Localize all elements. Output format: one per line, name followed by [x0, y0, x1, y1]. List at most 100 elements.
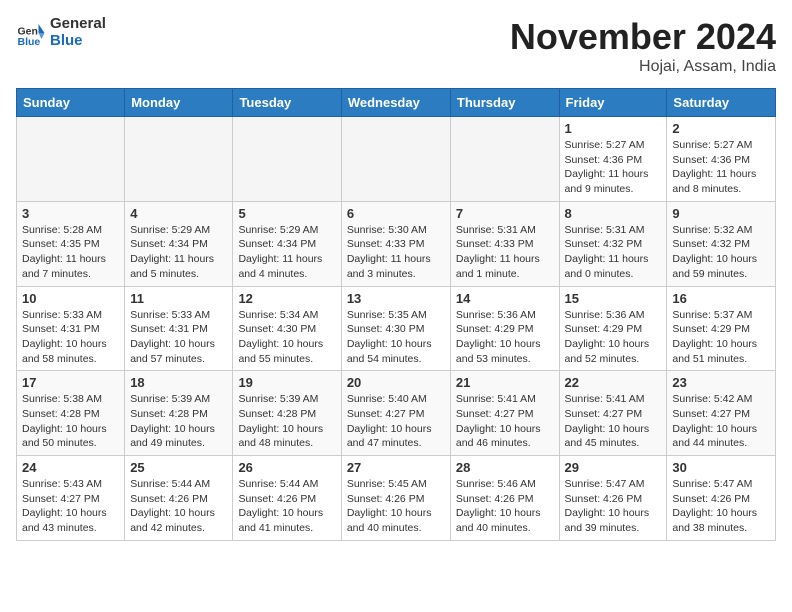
- day-info: Sunrise: 5:27 AM Sunset: 4:36 PM Dayligh…: [565, 138, 662, 197]
- day-info: Sunrise: 5:36 AM Sunset: 4:29 PM Dayligh…: [565, 308, 662, 367]
- day-number: 9: [672, 206, 770, 221]
- calendar-cell: 3 Sunrise: 5:28 AM Sunset: 4:35 PM Daylig…: [17, 201, 125, 286]
- calendar-cell: [125, 117, 233, 202]
- day-number: 6: [347, 206, 445, 221]
- page-header: Gen Blue General Blue November 2024 Hoja…: [16, 16, 776, 76]
- calendar-week-3: 10 Sunrise: 5:33 AM Sunset: 4:31 PM Dayli…: [17, 286, 776, 371]
- calendar-header-row: SundayMondayTuesdayWednesdayThursdayFrid…: [17, 89, 776, 117]
- day-number: 27: [347, 460, 445, 475]
- day-info: Sunrise: 5:30 AM Sunset: 4:33 PM Dayligh…: [347, 223, 445, 282]
- day-info: Sunrise: 5:42 AM Sunset: 4:27 PM Dayligh…: [672, 392, 770, 451]
- day-number: 29: [565, 460, 662, 475]
- calendar-cell: 25 Sunrise: 5:44 AM Sunset: 4:26 PM Dayli…: [125, 456, 233, 541]
- calendar-cell: 10 Sunrise: 5:33 AM Sunset: 4:31 PM Dayli…: [17, 286, 125, 371]
- weekday-header-sunday: Sunday: [17, 89, 125, 117]
- day-info: Sunrise: 5:34 AM Sunset: 4:30 PM Dayligh…: [238, 308, 335, 367]
- calendar-cell: [450, 117, 559, 202]
- logo-general-text: General: [50, 16, 106, 33]
- day-number: 23: [672, 375, 770, 390]
- day-number: 18: [130, 375, 227, 390]
- day-number: 17: [22, 375, 119, 390]
- day-info: Sunrise: 5:32 AM Sunset: 4:32 PM Dayligh…: [672, 223, 770, 282]
- day-info: Sunrise: 5:45 AM Sunset: 4:26 PM Dayligh…: [347, 477, 445, 536]
- day-number: 20: [347, 375, 445, 390]
- day-number: 12: [238, 291, 335, 306]
- day-info: Sunrise: 5:33 AM Sunset: 4:31 PM Dayligh…: [130, 308, 227, 367]
- calendar-cell: 26Sunrise: 5:44 AM Sunset: 4:26 PM Dayli…: [233, 456, 341, 541]
- day-info: Sunrise: 5:27 AM Sunset: 4:36 PM Dayligh…: [672, 138, 770, 197]
- calendar-table: SundayMondayTuesdayWednesdayThursdayFrid…: [16, 88, 776, 541]
- month-title: November 2024: [510, 16, 776, 58]
- day-info: Sunrise: 5:29 AM Sunset: 4:34 PM Dayligh…: [238, 223, 335, 282]
- day-number: 8: [565, 206, 662, 221]
- day-info: Sunrise: 5:46 AM Sunset: 4:26 PM Dayligh…: [456, 477, 554, 536]
- day-number: 11: [130, 291, 227, 306]
- day-number: 10: [22, 291, 119, 306]
- day-number: 28: [456, 460, 554, 475]
- svg-text:Blue: Blue: [18, 36, 41, 48]
- calendar-cell: 19 Sunrise: 5:39 AM Sunset: 4:28 PM Dayli…: [233, 371, 341, 456]
- calendar-cell: 30Sunrise: 5:47 AM Sunset: 4:26 PM Dayli…: [667, 456, 776, 541]
- day-number: 5: [238, 206, 335, 221]
- calendar-cell: 5 Sunrise: 5:29 AM Sunset: 4:34 PM Daylig…: [233, 201, 341, 286]
- day-number: 3: [22, 206, 119, 221]
- day-number: 19: [238, 375, 335, 390]
- weekday-header-tuesday: Tuesday: [233, 89, 341, 117]
- day-number: 22: [565, 375, 662, 390]
- calendar-cell: 14Sunrise: 5:36 AM Sunset: 4:29 PM Dayli…: [450, 286, 559, 371]
- day-info: Sunrise: 5:33 AM Sunset: 4:31 PM Dayligh…: [22, 308, 119, 367]
- logo-icon: Gen Blue: [16, 18, 46, 48]
- weekday-header-thursday: Thursday: [450, 89, 559, 117]
- calendar-cell: 6 Sunrise: 5:30 AM Sunset: 4:33 PM Daylig…: [341, 201, 450, 286]
- calendar-cell: 28 Sunrise: 5:46 AM Sunset: 4:26 PM Dayli…: [450, 456, 559, 541]
- calendar-cell: 9 Sunrise: 5:32 AM Sunset: 4:32 PM Daylig…: [667, 201, 776, 286]
- day-info: Sunrise: 5:39 AM Sunset: 4:28 PM Dayligh…: [238, 392, 335, 451]
- calendar-cell: 13 Sunrise: 5:35 AM Sunset: 4:30 PM Dayli…: [341, 286, 450, 371]
- calendar-cell: [233, 117, 341, 202]
- weekday-header-friday: Friday: [559, 89, 667, 117]
- calendar-cell: [341, 117, 450, 202]
- weekday-header-wednesday: Wednesday: [341, 89, 450, 117]
- calendar-cell: 16 Sunrise: 5:37 AM Sunset: 4:29 PM Dayli…: [667, 286, 776, 371]
- day-number: 30: [672, 460, 770, 475]
- calendar-cell: 7Sunrise: 5:31 AM Sunset: 4:33 PM Daylig…: [450, 201, 559, 286]
- logo-blue-text: Blue: [50, 33, 106, 50]
- calendar-cell: 11 Sunrise: 5:33 AM Sunset: 4:31 PM Dayli…: [125, 286, 233, 371]
- day-info: Sunrise: 5:40 AM Sunset: 4:27 PM Dayligh…: [347, 392, 445, 451]
- calendar-cell: 8Sunrise: 5:31 AM Sunset: 4:32 PM Daylig…: [559, 201, 667, 286]
- calendar-cell: 27 Sunrise: 5:45 AM Sunset: 4:26 PM Dayli…: [341, 456, 450, 541]
- calendar-cell: 4Sunrise: 5:29 AM Sunset: 4:34 PM Daylig…: [125, 201, 233, 286]
- calendar-cell: 22Sunrise: 5:41 AM Sunset: 4:27 PM Dayli…: [559, 371, 667, 456]
- weekday-header-saturday: Saturday: [667, 89, 776, 117]
- calendar-cell: 24Sunrise: 5:43 AM Sunset: 4:27 PM Dayli…: [17, 456, 125, 541]
- calendar-cell: 12 Sunrise: 5:34 AM Sunset: 4:30 PM Dayli…: [233, 286, 341, 371]
- day-info: Sunrise: 5:37 AM Sunset: 4:29 PM Dayligh…: [672, 308, 770, 367]
- calendar-cell: 23 Sunrise: 5:42 AM Sunset: 4:27 PM Dayli…: [667, 371, 776, 456]
- day-info: Sunrise: 5:28 AM Sunset: 4:35 PM Dayligh…: [22, 223, 119, 282]
- calendar-week-1: 1Sunrise: 5:27 AM Sunset: 4:36 PM Daylig…: [17, 117, 776, 202]
- day-info: Sunrise: 5:35 AM Sunset: 4:30 PM Dayligh…: [347, 308, 445, 367]
- calendar-cell: 18 Sunrise: 5:39 AM Sunset: 4:28 PM Dayli…: [125, 371, 233, 456]
- day-number: 13: [347, 291, 445, 306]
- calendar-cell: 17Sunrise: 5:38 AM Sunset: 4:28 PM Dayli…: [17, 371, 125, 456]
- day-number: 15: [565, 291, 662, 306]
- calendar-cell: 15 Sunrise: 5:36 AM Sunset: 4:29 PM Dayli…: [559, 286, 667, 371]
- calendar-cell: 1Sunrise: 5:27 AM Sunset: 4:36 PM Daylig…: [559, 117, 667, 202]
- day-info: Sunrise: 5:43 AM Sunset: 4:27 PM Dayligh…: [22, 477, 119, 536]
- day-number: 25: [130, 460, 227, 475]
- calendar-cell: [17, 117, 125, 202]
- day-info: Sunrise: 5:44 AM Sunset: 4:26 PM Dayligh…: [130, 477, 227, 536]
- calendar-cell: 21 Sunrise: 5:41 AM Sunset: 4:27 PM Dayli…: [450, 371, 559, 456]
- calendar-week-4: 17Sunrise: 5:38 AM Sunset: 4:28 PM Dayli…: [17, 371, 776, 456]
- day-info: Sunrise: 5:29 AM Sunset: 4:34 PM Dayligh…: [130, 223, 227, 282]
- weekday-header-monday: Monday: [125, 89, 233, 117]
- day-info: Sunrise: 5:47 AM Sunset: 4:26 PM Dayligh…: [565, 477, 662, 536]
- day-info: Sunrise: 5:44 AM Sunset: 4:26 PM Dayligh…: [238, 477, 335, 536]
- day-number: 16: [672, 291, 770, 306]
- title-area: November 2024 Hojai, Assam, India: [510, 16, 776, 76]
- day-info: Sunrise: 5:31 AM Sunset: 4:33 PM Dayligh…: [456, 223, 554, 282]
- day-number: 21: [456, 375, 554, 390]
- calendar-cell: 20 Sunrise: 5:40 AM Sunset: 4:27 PM Dayli…: [341, 371, 450, 456]
- day-info: Sunrise: 5:39 AM Sunset: 4:28 PM Dayligh…: [130, 392, 227, 451]
- day-info: Sunrise: 5:41 AM Sunset: 4:27 PM Dayligh…: [456, 392, 554, 451]
